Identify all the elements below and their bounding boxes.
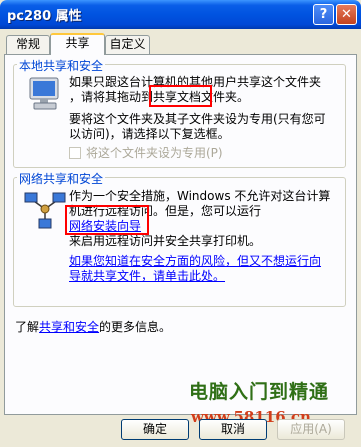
highlight-shared-docs: [149, 85, 212, 107]
watermark-title: 电脑入门到精通: [189, 381, 330, 403]
title-bar[interactable]: pc280 属性 ? ✕: [0, 0, 361, 29]
computer-icon: [29, 77, 59, 110]
network-icon: [24, 192, 66, 229]
highlight-network-wizard: [65, 205, 149, 235]
network-sharing-title: 网络共享和安全: [17, 170, 106, 187]
tab-customize[interactable]: 自定义: [105, 35, 150, 54]
share-risk-link-line1[interactable]: 如果您知道在安全方面的风险，但又不想运行向: [69, 254, 321, 269]
private-checkbox-label: 将这个文件夹设为专用(P): [86, 146, 223, 160]
ok-button[interactable]: 确定: [121, 419, 189, 440]
sharing-security-link[interactable]: 共享和安全: [39, 320, 99, 334]
help-button[interactable]: ?: [313, 4, 334, 25]
close-button[interactable]: ✕: [336, 4, 357, 25]
learn-more-text: 了解共享和安全的更多信息。: [15, 320, 171, 335]
private-checkbox[interactable]: [69, 147, 81, 159]
share-risk-link-line2[interactable]: 导就共享文件，请单击此处。: [69, 269, 225, 284]
learn-more-prefix: 了解: [15, 320, 40, 334]
network-desc-line3: 来启用远程访问并安全共享打印机。: [69, 234, 262, 248]
network-desc-line1: 作为一个安全措施，Windows 不允许对这台计算: [69, 189, 331, 203]
tab-sharing[interactable]: 共享: [50, 33, 105, 55]
cancel-button[interactable]: 取消: [199, 419, 267, 440]
private-desc-line2: 以访问)，请选择以下复选框。: [69, 127, 230, 141]
learn-more-suffix: 的更多信息。: [99, 320, 172, 334]
local-sharing-title: 本地共享和安全: [17, 57, 106, 74]
tab-general[interactable]: 常规: [6, 35, 50, 54]
window-title: pc280 属性: [7, 9, 82, 24]
apply-button[interactable]: 应用(A): [277, 419, 345, 440]
private-desc-line1: 要将这个文件夹及其子文件夹设为专用(只有您可: [69, 112, 326, 126]
sharing-panel: 本地共享和安全 如果只跟这台计算机的其他用户共享这个文件夹 ，请将其拖动到共享文…: [4, 54, 357, 415]
